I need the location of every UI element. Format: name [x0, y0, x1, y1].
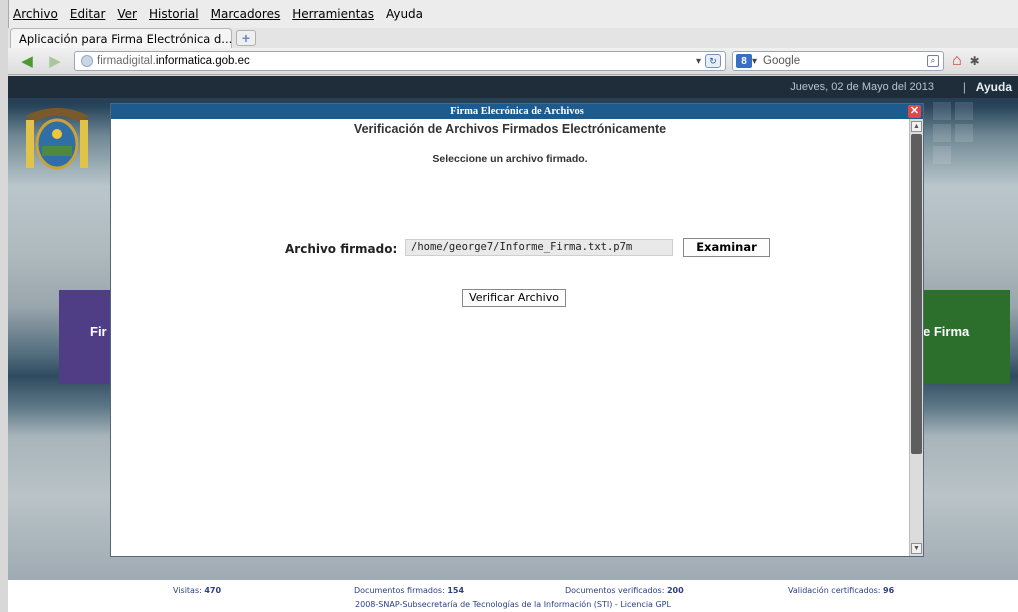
scrollbar-thumb[interactable] [911, 134, 922, 454]
close-button[interactable]: ✕ [908, 105, 921, 118]
menu-editar[interactable]: Editar [70, 7, 106, 21]
decorative-square [955, 124, 973, 142]
menu-ayuda[interactable]: Ayuda [386, 7, 423, 21]
site-identity-icon[interactable] [81, 55, 93, 67]
dialog-instructions: Seleccione un archivo firmado. [432, 153, 588, 165]
plus-icon: + [241, 30, 251, 46]
search-placeholder: Google [763, 55, 801, 67]
decorative-square [933, 124, 951, 142]
back-button[interactable]: ◀ [16, 51, 38, 71]
stat-signed-documents: Documentos firmados: 154 [354, 586, 465, 595]
ecuador-coat-of-arms-icon [25, 108, 89, 170]
decorative-square [933, 146, 951, 164]
search-bar[interactable]: 8 ▾ Google ⌕ [732, 51, 944, 71]
url-text: firmadigital.informatica.gob.ec [97, 55, 250, 67]
back-arrow-icon: ◀ [21, 53, 33, 70]
decorative-square [955, 102, 973, 120]
site-date: Jueves, 02 de Mayo del 2013 [790, 81, 934, 93]
search-go-icon[interactable]: ⌕ [927, 55, 939, 67]
menu-archivo[interactable]: Archivo [13, 7, 58, 21]
help-link[interactable]: Ayuda [976, 80, 1012, 94]
home-button[interactable]: ⌂ [952, 52, 962, 70]
home-icon: ⌂ [952, 52, 962, 69]
verify-file-button[interactable]: Verificar Archivo [462, 289, 566, 307]
tab-title: Aplicación para Firma Electrónica d... [19, 31, 232, 46]
menu-marcadores[interactable]: Marcadores [211, 7, 281, 21]
tab-bar: Aplicación para Firma Electrónica d... + [8, 28, 1018, 48]
search-engine-dropdown-icon[interactable]: ▾ [752, 56, 757, 67]
stat-certificate-validations: Validación certificados: 96 [788, 586, 895, 595]
card-right-label: e Firma [923, 324, 970, 339]
dialog-heading: Verificación de Archivos Firmados Electr… [353, 122, 667, 136]
verify-dialog: Firma Elecrónica de Archivos ✕ Verificac… [110, 103, 924, 557]
reload-icon[interactable]: ↻ [705, 54, 721, 68]
dialog-title: Firma Elecrónica de Archivos [450, 106, 584, 117]
stat-verified-documents: Documentos verificados: 200 [565, 586, 684, 595]
dialog-title-bar: Firma Elecrónica de Archivos ✕ [111, 104, 923, 119]
browse-button[interactable]: Examinar [683, 238, 770, 257]
file-label: Archivo firmado: [285, 242, 398, 256]
site-footer: Visitas: 470 Documentos firmados: 154 Do… [8, 580, 1018, 612]
new-tab-button[interactable]: + [236, 30, 256, 46]
card-left-label: Fir [90, 324, 107, 339]
scroll-up-icon[interactable]: ▲ [911, 121, 922, 132]
tab-firma-electronica[interactable]: Aplicación para Firma Electrónica d... [10, 28, 232, 48]
dialog-scrollbar[interactable]: ▲ ▼ [909, 119, 923, 556]
url-bar[interactable]: firmadigital.informatica.gob.ec ▾ ↻ [74, 51, 726, 71]
google-icon[interactable]: 8 [736, 54, 752, 68]
file-path-input[interactable]: /home/george7/Informe_Firma.txt.p7m [405, 239, 673, 256]
footer-license: 2008-SNAP-Subsecretaría de Tecnologías d… [355, 600, 671, 609]
stat-visits: Visitas: 470 [173, 586, 222, 595]
menu-historial[interactable]: Historial [149, 7, 199, 21]
help-separator: | [962, 80, 966, 94]
dialog-body: Verificación de Archivos Firmados Electr… [111, 119, 909, 556]
menu-ver[interactable]: Ver [117, 7, 137, 21]
navigation-bar: ◀ ▶ firmadigital.informatica.gob.ec ▾ ↻ … [8, 48, 1018, 75]
forward-arrow-icon: ▶ [49, 53, 61, 70]
addon-icon[interactable]: ✱ [970, 54, 980, 68]
url-history-dropdown-icon[interactable]: ▾ [696, 56, 701, 67]
forward-button[interactable]: ▶ [44, 51, 66, 71]
menu-herramientas[interactable]: Herramientas [292, 7, 374, 21]
site-top-strip: Jueves, 02 de Mayo del 2013 | Ayuda [8, 76, 1018, 98]
scroll-down-icon[interactable]: ▼ [911, 543, 922, 554]
menubar: Archivo Editar Ver Historial Marcadores … [8, 0, 1018, 28]
close-icon: ✕ [909, 105, 920, 117]
decorative-square [933, 102, 951, 120]
